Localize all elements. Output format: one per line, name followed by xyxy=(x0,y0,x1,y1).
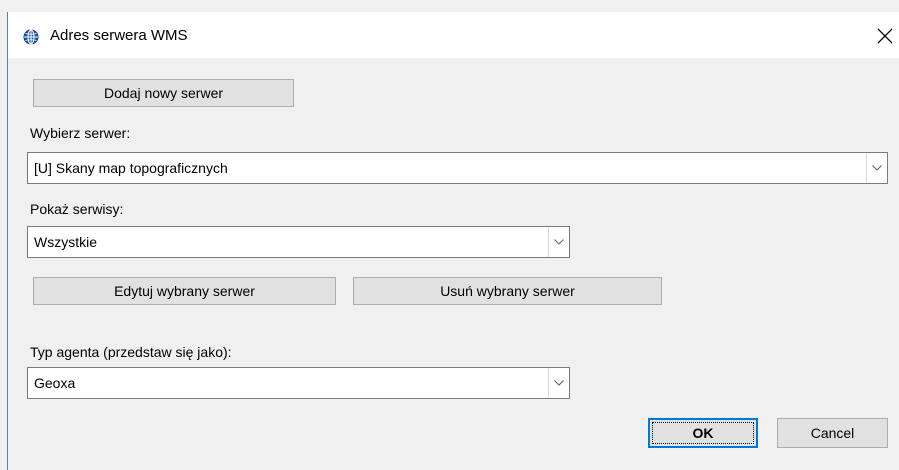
services-select-dropdown[interactable] xyxy=(548,227,569,257)
server-select[interactable]: [U] Skany map topograficznych xyxy=(27,152,888,184)
services-select[interactable]: Wszystkie xyxy=(27,226,570,258)
edit-server-button[interactable]: Edytuj wybrany serwer xyxy=(33,277,336,305)
window-title: Adres serwera WMS xyxy=(50,27,188,44)
server-select-value: [U] Skany map topograficznych xyxy=(34,160,228,176)
add-server-button[interactable]: Dodaj nowy serwer xyxy=(33,79,294,107)
close-button[interactable] xyxy=(874,25,896,47)
chevron-down-icon xyxy=(554,380,564,386)
server-select-label: Wybierz serwer: xyxy=(30,125,131,141)
agent-select-label: Typ agenta (przedstaw się jako): xyxy=(30,344,232,360)
services-select-value: Wszystkie xyxy=(34,234,97,250)
cancel-button[interactable]: Cancel xyxy=(777,418,888,448)
agent-select-value: Geoxa xyxy=(34,375,76,391)
title-bar[interactable]: Adres serwera WMS xyxy=(8,12,899,58)
chevron-down-icon xyxy=(872,165,882,171)
services-select-label: Pokaż serwisy: xyxy=(30,201,124,217)
dialog-window: Adres serwera WMS Dodaj nowy serwer Wybi… xyxy=(7,12,899,470)
agent-select-dropdown[interactable] xyxy=(548,368,569,398)
chevron-down-icon xyxy=(554,239,564,245)
ok-button[interactable]: OK xyxy=(648,418,758,448)
agent-select[interactable]: Geoxa xyxy=(27,367,570,399)
globe-icon xyxy=(23,29,39,45)
server-select-dropdown[interactable] xyxy=(866,153,887,183)
close-icon xyxy=(877,28,893,44)
delete-server-button[interactable]: Usuń wybrany serwer xyxy=(353,277,662,305)
ok-button-label: OK xyxy=(692,425,714,441)
